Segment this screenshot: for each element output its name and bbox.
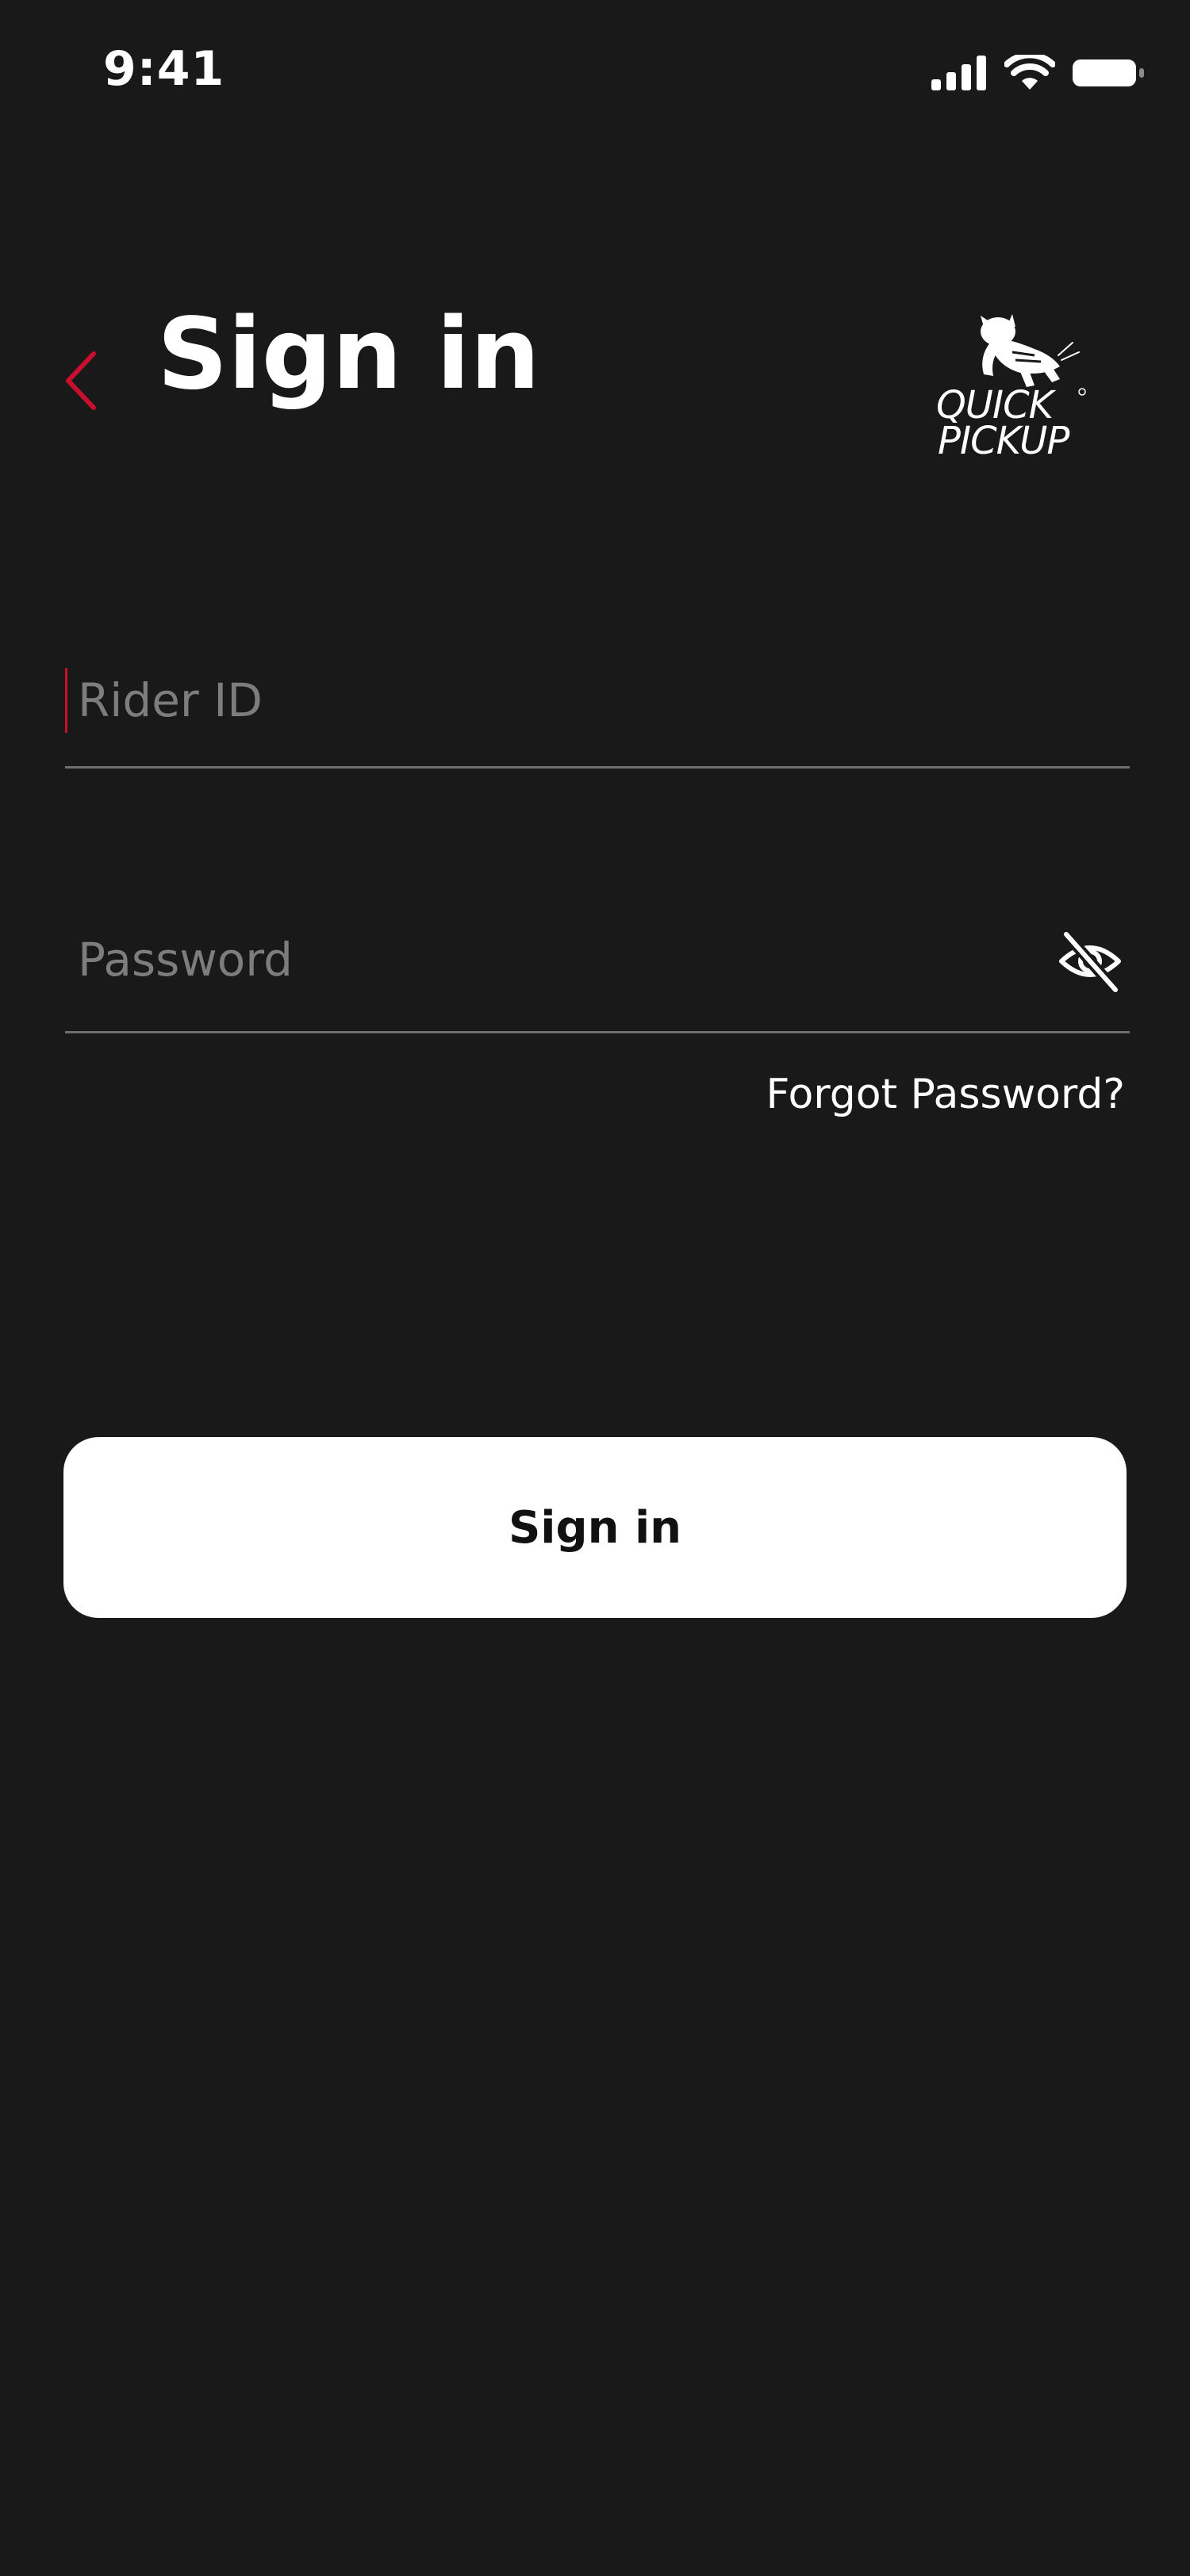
page-title: Sign in (157, 297, 540, 412)
wifi-icon (1004, 55, 1055, 90)
rider-id-input[interactable] (65, 634, 1130, 766)
battery-icon (1073, 59, 1144, 86)
forgot-password-link[interactable]: Forgot Password? (766, 1071, 1125, 1118)
password-field (65, 888, 1130, 1033)
sign-in-screen: 9:41 Sign in QUICK PICKUP Rider ID Forgo… (0, 0, 1190, 2576)
cellular-signal-icon (931, 56, 986, 90)
status-time: 9:41 (103, 41, 225, 97)
chevron-left-icon (66, 351, 96, 410)
status-icons (931, 49, 1146, 97)
password-input[interactable] (65, 888, 1130, 1031)
password-visibility-toggle[interactable] (1055, 926, 1125, 996)
rider-id-field (65, 634, 1130, 769)
text-caret (65, 668, 67, 733)
sign-in-button[interactable]: Sign in (63, 1437, 1127, 1618)
back-button[interactable] (49, 341, 113, 420)
eye-off-icon (1059, 929, 1121, 995)
quick-pickup-logo: QUICK PICKUP (933, 311, 1092, 463)
logo-text-pickup: PICKUP (938, 419, 1069, 462)
